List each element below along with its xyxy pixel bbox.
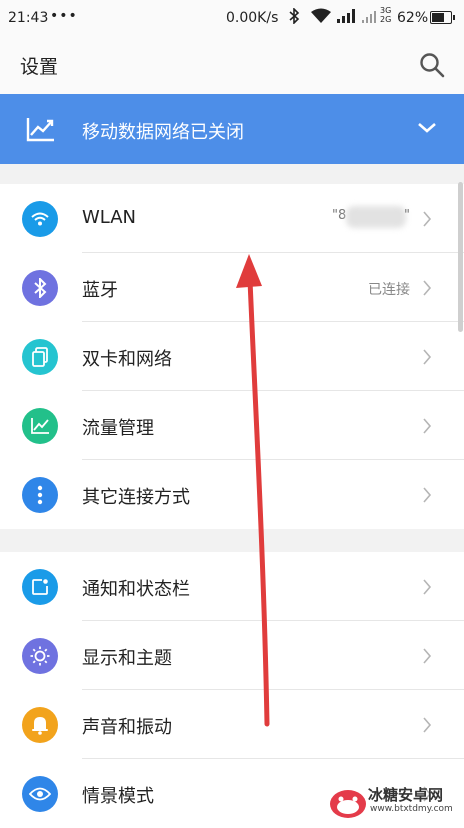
chevron-right-icon [422,348,432,370]
status-bar: 21:43 ••• 0.00K/s 3G 2G 62% [0,0,464,36]
chevron-right-icon [422,716,432,738]
eye-icon [22,776,58,812]
network-type-bottom: 2G [380,15,392,24]
network-type: 3G 2G [380,6,391,24]
chevron-down-icon[interactable] [416,120,438,140]
app-header: 设置 [0,36,464,94]
settings-item-label: 声音和振动 [82,717,172,738]
watermark-url: www.btxtdmy.com [370,804,453,814]
settings-item-label: 双卡和网络 [82,349,172,370]
settings-item-wlan[interactable]: WLAN "8 " [0,184,464,253]
chevron-right-icon [422,486,432,508]
notification-icon [22,569,58,605]
scrollbar[interactable] [458,182,463,332]
search-icon[interactable] [418,51,446,79]
chevron-right-icon [422,417,432,439]
network-type-top: 3G [380,6,392,15]
chevron-right-icon [422,279,432,301]
display-icon [22,638,58,674]
settings-item-label: 显示和主题 [82,648,172,669]
chevron-right-icon [422,210,432,232]
settings-item-label: 其它连接方式 [82,487,190,508]
bluetooth-icon [22,270,58,306]
trend-icon [26,116,56,146]
settings-item-label: WLAN [82,207,137,228]
bluetooth-status-icon [288,7,300,28]
settings-item-sound[interactable]: 声音和振动 [0,690,464,759]
battery-icon [430,11,455,24]
wifi-status-icon [310,8,332,28]
page-title: 设置 [20,56,59,78]
wlan-network-name-end: " [404,208,410,223]
chevron-right-icon [422,578,432,600]
signal-icon [337,9,355,27]
mobile-data-banner[interactable]: 移动数据网络已关闭 [0,94,464,164]
settings-item-label: 蓝牙 [82,280,118,301]
redacted-blur [346,206,406,228]
watermark-logo-icon [330,790,366,818]
battery-percent: 62% [397,10,429,26]
settings-item-bluetooth[interactable]: 蓝牙 已连接 [0,253,464,322]
bluetooth-status: 已连接 [368,282,410,298]
network-speed: 0.00K/s [226,10,279,26]
wifi-icon [22,201,58,237]
settings-item-more-connections[interactable]: 其它连接方式 [0,460,464,529]
data-usage-icon [22,408,58,444]
settings-item-dual-sim[interactable]: 双卡和网络 [0,322,464,391]
status-time: 21:43 [8,10,49,26]
settings-item-data-usage[interactable]: 流量管理 [0,391,464,460]
banner-text: 移动数据网络已关闭 [82,122,244,143]
watermark-name: 冰糖安卓网 [368,786,444,804]
dual-sim-icon [22,339,58,375]
settings-item-notifications[interactable]: 通知和状态栏 [0,552,464,621]
settings-item-label: 流量管理 [82,418,154,439]
settings-item-display[interactable]: 显示和主题 [0,621,464,690]
more-connections-icon [22,477,58,513]
chevron-right-icon [422,647,432,669]
settings-item-label: 情景模式 [82,786,154,807]
signal-2-icon [362,6,378,28]
status-dots: ••• [50,8,78,24]
bell-icon [22,707,58,743]
connections-group: WLAN "8 " 蓝牙 已连接 双卡和网络 流量管理 其它连接方式 [0,184,464,529]
settings-item-label: 通知和状态栏 [82,579,190,600]
wlan-network-name: "8 [332,208,347,223]
